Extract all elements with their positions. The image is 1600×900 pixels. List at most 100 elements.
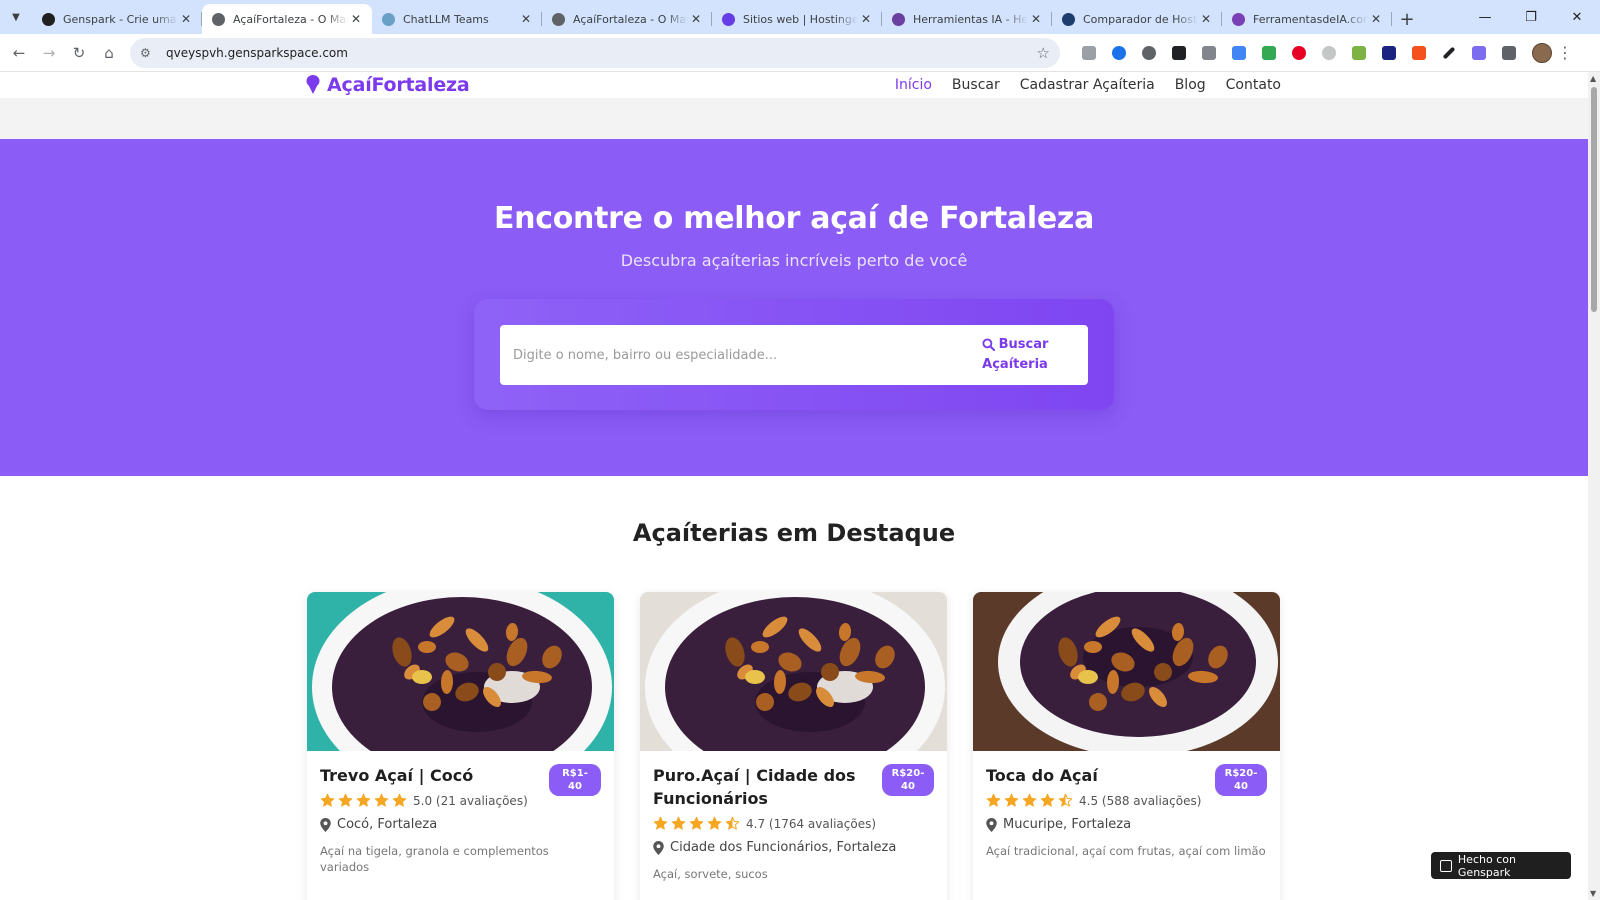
browser-tab[interactable]: Genspark - Crie uma aplicação✕ bbox=[32, 4, 202, 34]
browser-toolbar: ← → ↻ ⌂ ⚙ qveyspvh.gensparkspace.com ☆ ⋮ bbox=[0, 34, 1600, 72]
tab-title: Herramientas IA - Herramientas bbox=[913, 12, 1028, 26]
star-rating bbox=[986, 793, 1073, 808]
back-icon[interactable]: ← bbox=[4, 38, 34, 68]
blue-extension-icon[interactable] bbox=[1104, 38, 1134, 68]
green-extension-icon[interactable] bbox=[1254, 38, 1284, 68]
hero-subtitle: Descubra açaíterias incríveis perto de v… bbox=[620, 251, 968, 270]
nav-link-1[interactable]: Buscar bbox=[952, 77, 1000, 93]
location-text: Cocó, Fortaleza bbox=[337, 817, 438, 832]
star-icon bbox=[356, 793, 371, 807]
tab-title: Genspark - Crie uma aplicação bbox=[63, 12, 178, 26]
monitor-icon bbox=[1062, 12, 1075, 26]
search-button[interactable]: Buscar Açaíteria bbox=[956, 325, 1088, 385]
close-window-icon[interactable]: ✕ bbox=[1554, 0, 1600, 34]
tab-close-icon[interactable]: ✕ bbox=[518, 12, 534, 26]
extensions-bar bbox=[1074, 38, 1524, 68]
tab-close-icon[interactable]: ✕ bbox=[1368, 12, 1384, 26]
card-body: Puro.Açaí | Cidade dos Funcionários R$20… bbox=[640, 751, 947, 882]
scroll-up-icon[interactable]: ▲ bbox=[1590, 74, 1596, 83]
browser-tab[interactable]: Sitios web | Hostinger ✕ bbox=[712, 4, 882, 34]
map-pin-icon bbox=[986, 817, 997, 832]
genspark-icon bbox=[42, 12, 55, 26]
browser-tab[interactable]: Herramientas IA - Herramientas✕ bbox=[882, 4, 1052, 34]
star-icon bbox=[320, 793, 335, 807]
card-photo[interactable] bbox=[307, 592, 614, 751]
browser-tab[interactable]: AçaíFortaleza - O Maior Guia✕ bbox=[202, 4, 372, 34]
page-scrollbar[interactable]: ▲ ▼ bbox=[1588, 72, 1600, 900]
site-settings-icon[interactable]: ⚙ bbox=[140, 46, 160, 60]
window-controls: — ❐ ✕ bbox=[1462, 0, 1600, 34]
reload-icon[interactable]: ↻ bbox=[64, 38, 94, 68]
tab-close-icon[interactable]: ✕ bbox=[1198, 12, 1214, 26]
map-pin-icon bbox=[320, 817, 331, 832]
pinterest-extension-icon[interactable] bbox=[1284, 38, 1314, 68]
tab-close-icon[interactable]: ✕ bbox=[688, 12, 704, 26]
font-extension-icon[interactable] bbox=[1164, 38, 1194, 68]
search-button-label-1: Buscar bbox=[998, 337, 1049, 352]
nav-link-2[interactable]: Cadastrar Açaíteria bbox=[1020, 77, 1155, 93]
star-icon bbox=[689, 816, 704, 830]
scrollbar-thumb[interactable] bbox=[1591, 87, 1597, 312]
plus-extension-icon[interactable] bbox=[1344, 38, 1374, 68]
ferramentas-icon bbox=[1232, 12, 1245, 26]
code-extension-icon[interactable] bbox=[1194, 38, 1224, 68]
acaiteria-card[interactable]: Puro.Açaí | Cidade dos Funcionários R$20… bbox=[640, 592, 947, 900]
tab-title: AçaíFortaleza - O Maior Guia bbox=[573, 12, 688, 26]
browser-tab[interactable]: AçaíFortaleza - O Maior Guia✕ bbox=[542, 4, 712, 34]
url-text[interactable]: qveyspvh.gensparkspace.com bbox=[160, 46, 1037, 60]
browser-tab[interactable]: FerramentasdeIA.com - A✕ bbox=[1222, 4, 1392, 34]
scroll-down-icon[interactable]: ▼ bbox=[1590, 889, 1596, 898]
nav-link-0[interactable]: Início bbox=[895, 77, 932, 93]
acaiteria-card[interactable]: Trevo Açaí | Cocó R$1-40 5.0 (21 avaliaç… bbox=[307, 592, 614, 900]
tab-close-icon[interactable]: ✕ bbox=[178, 12, 194, 26]
page-viewport: AçaíFortaleza Início Buscar Cadastrar Açaí… bbox=[0, 72, 1588, 900]
tab-title: Sitios web | Hostinger bbox=[743, 12, 858, 26]
browser-tab[interactable]: Comparador de Hosting | ✕ bbox=[1052, 4, 1222, 34]
genspark-badge-label: Hecho con Genspark bbox=[1457, 852, 1516, 879]
genspark-badge[interactable]: Hecho con Genspark bbox=[1431, 852, 1571, 879]
globe-icon bbox=[212, 12, 225, 26]
address-bar[interactable]: ⚙ qveyspvh.gensparkspace.com ☆ bbox=[130, 37, 1060, 68]
card-photo[interactable] bbox=[640, 592, 947, 751]
tab-close-icon[interactable]: ✕ bbox=[348, 12, 364, 26]
card-photo[interactable] bbox=[973, 592, 1280, 751]
restore-icon[interactable]: ❐ bbox=[1508, 0, 1554, 34]
tab-close-icon[interactable]: ✕ bbox=[858, 12, 874, 26]
translate-extension-icon[interactable] bbox=[1224, 38, 1254, 68]
home-icon[interactable]: ⌂ bbox=[94, 38, 124, 68]
tab-strip: ▼ Genspark - Crie uma aplicação✕AçaíFort… bbox=[0, 0, 1600, 34]
nav-link-3[interactable]: Blog bbox=[1175, 77, 1206, 93]
purple-extension-icon[interactable] bbox=[1464, 38, 1494, 68]
search-input[interactable] bbox=[500, 325, 956, 385]
star-rating bbox=[320, 793, 407, 808]
profile-avatar[interactable] bbox=[1532, 42, 1552, 63]
forward-icon[interactable]: → bbox=[34, 38, 64, 68]
pen-extension-icon[interactable] bbox=[1434, 38, 1464, 68]
orange-extension-icon[interactable] bbox=[1404, 38, 1434, 68]
navy-extension-icon[interactable] bbox=[1374, 38, 1404, 68]
compass-extension-icon[interactable] bbox=[1314, 38, 1344, 68]
zoom-extension-icon[interactable] bbox=[1134, 38, 1164, 68]
chatllm-icon bbox=[382, 12, 395, 26]
tab-title: ChatLLM Teams bbox=[403, 12, 489, 26]
tab-close-icon[interactable]: ✕ bbox=[1028, 12, 1044, 26]
featured-title: Açaíterias em Destaque bbox=[632, 519, 956, 547]
browser-tab[interactable]: ChatLLM Teams ✕ bbox=[372, 4, 542, 34]
browser-menu-icon[interactable]: ⋮ bbox=[1552, 43, 1578, 62]
nav-link-4[interactable]: Contato bbox=[1226, 77, 1281, 93]
card-description: Açaí na tigela, granola e complementos v… bbox=[320, 844, 549, 874]
bookmark-star-icon[interactable]: ☆ bbox=[1037, 44, 1050, 62]
acaiteria-card[interactable]: Toca do Açaí R$20-40 4.5 (588 avaliações… bbox=[973, 592, 1280, 900]
minimize-icon[interactable]: — bbox=[1462, 0, 1508, 34]
puzzle-extensions-icon[interactable] bbox=[1494, 38, 1524, 68]
map-pin-icon bbox=[653, 840, 664, 855]
camera-extension-icon[interactable] bbox=[1074, 38, 1104, 68]
rating-text: 4.7 (1764 avaliações) bbox=[746, 816, 877, 831]
new-tab-button[interactable]: + bbox=[1392, 4, 1422, 34]
card-location: Mucuripe, Fortaleza bbox=[986, 817, 1267, 832]
location-text: Cidade dos Funcionários, Fortaleza bbox=[670, 840, 897, 855]
star-icon bbox=[1040, 793, 1055, 807]
site-logo[interactable]: AçaíFortaleza bbox=[306, 72, 470, 98]
tab-search-chevron-icon[interactable]: ▼ bbox=[0, 0, 32, 34]
header-spacer bbox=[0, 98, 1588, 139]
